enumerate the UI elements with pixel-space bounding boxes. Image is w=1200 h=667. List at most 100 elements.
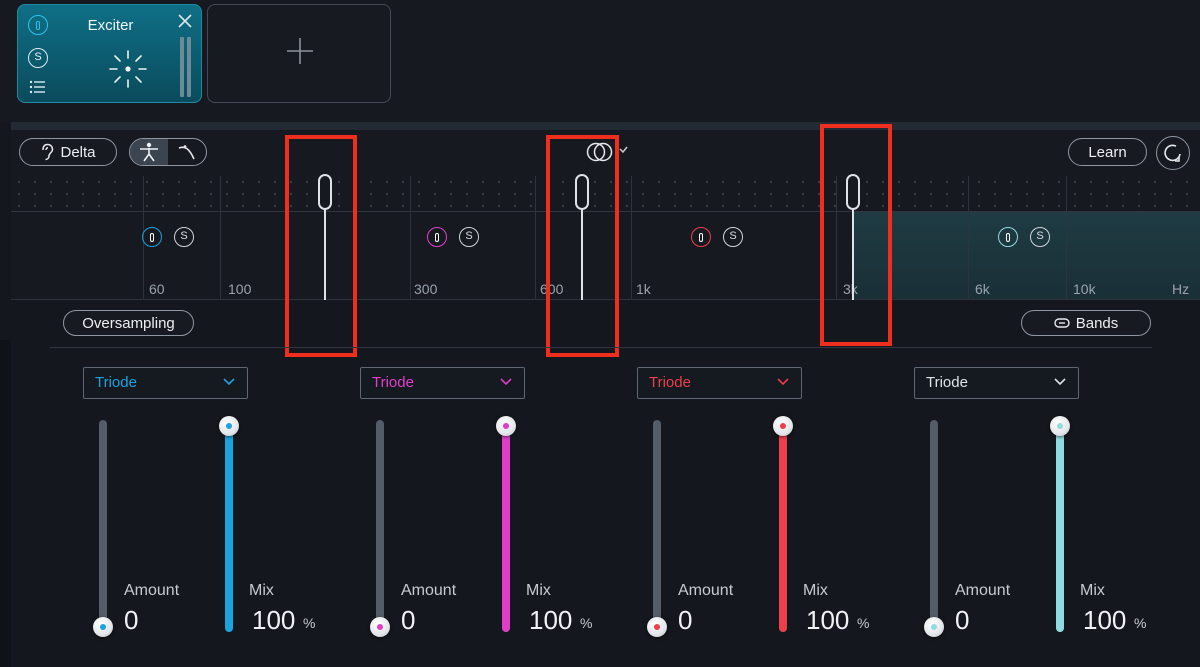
chevron-down-icon bbox=[777, 378, 789, 386]
delta-button[interactable]: Delta bbox=[19, 138, 117, 166]
band2-solo-button[interactable]: S bbox=[459, 227, 479, 247]
band2-mix-label: Mix bbox=[526, 582, 551, 599]
band2-mix-knob[interactable] bbox=[496, 416, 516, 436]
grid-line bbox=[1066, 176, 1067, 299]
band2-mode-value: Triode bbox=[372, 374, 414, 391]
link-icon bbox=[1054, 318, 1070, 328]
highlight-box bbox=[285, 135, 357, 357]
band1-amount-knob[interactable] bbox=[93, 617, 113, 637]
band4-mix-value[interactable]: 100 bbox=[1083, 605, 1126, 636]
grid-line bbox=[631, 176, 632, 299]
band2-mix-value[interactable]: 100 bbox=[529, 605, 572, 636]
learn-label: Learn bbox=[1088, 143, 1127, 161]
view-mode-toggle[interactable] bbox=[129, 138, 207, 166]
freq-label: 100 bbox=[228, 281, 252, 297]
band1-power-button[interactable] bbox=[142, 227, 162, 247]
plus-icon bbox=[287, 38, 313, 64]
grid-line bbox=[410, 176, 411, 299]
power-icon bbox=[1006, 232, 1010, 242]
band4-mode-value: Triode bbox=[926, 374, 968, 391]
ear-icon bbox=[42, 143, 54, 161]
band2-amount-slider[interactable] bbox=[376, 420, 384, 632]
band4-amount-slider[interactable] bbox=[930, 420, 938, 632]
power-icon bbox=[36, 20, 40, 30]
meter-left bbox=[180, 37, 184, 97]
band4-mix-fill bbox=[1056, 420, 1064, 632]
close-icon[interactable] bbox=[177, 13, 193, 29]
grid-line bbox=[968, 176, 969, 299]
band3-mix-label: Mix bbox=[803, 582, 828, 599]
band2-amount-knob[interactable] bbox=[370, 617, 390, 637]
band4-mix-label: Mix bbox=[1080, 582, 1105, 599]
band1-mix-value[interactable]: 100 bbox=[252, 605, 295, 636]
grid-line bbox=[535, 176, 536, 299]
band4-amount-label: Amount bbox=[955, 582, 1011, 599]
band2-amount-value[interactable]: 0 bbox=[401, 605, 415, 636]
list-icon[interactable] bbox=[28, 79, 48, 95]
band2-power-button[interactable] bbox=[427, 227, 447, 247]
band1-mode-value: Triode bbox=[95, 374, 137, 391]
panel-divider bbox=[50, 347, 1152, 348]
chevron-down-icon bbox=[500, 378, 512, 386]
band2-mix-unit: % bbox=[580, 615, 593, 631]
mode-curve-button[interactable] bbox=[168, 139, 206, 165]
band1-mix-knob[interactable] bbox=[219, 416, 239, 436]
power-icon bbox=[150, 232, 154, 242]
band1-mode-dropdown[interactable]: Triode bbox=[83, 367, 248, 399]
band2-mix-fill bbox=[502, 420, 510, 632]
curve-icon bbox=[178, 145, 195, 160]
band3-mode-dropdown[interactable]: Triode bbox=[637, 367, 802, 399]
band4-mix-unit: % bbox=[1134, 615, 1147, 631]
band3-mode-value: Triode bbox=[649, 374, 691, 391]
module-power-button[interactable] bbox=[28, 15, 48, 35]
band3-amount-knob[interactable] bbox=[647, 617, 667, 637]
chevron-down-icon bbox=[1054, 378, 1066, 386]
band1-mix-label: Mix bbox=[249, 582, 274, 599]
band1-solo-button[interactable]: S bbox=[174, 227, 194, 247]
highlight-box bbox=[546, 135, 619, 357]
band3-amount-value[interactable]: 0 bbox=[678, 605, 692, 636]
mode-person-button[interactable] bbox=[130, 139, 168, 165]
band3-amount-slider[interactable] bbox=[653, 420, 661, 632]
exciter-module[interactable]: Exciter S bbox=[17, 4, 202, 103]
chevron-down-icon bbox=[223, 378, 235, 386]
band1-amount-slider[interactable] bbox=[99, 420, 107, 632]
freq-label: 10k bbox=[1073, 281, 1096, 297]
separator bbox=[11, 122, 1200, 130]
band1-amount-value[interactable]: 0 bbox=[124, 605, 138, 636]
band4-amount-knob[interactable] bbox=[924, 617, 944, 637]
band3-mix-fill bbox=[779, 420, 787, 632]
band3-mix-value[interactable]: 100 bbox=[806, 605, 849, 636]
power-icon bbox=[435, 232, 439, 242]
freq-label: 1k bbox=[636, 281, 651, 297]
exciter-burst-icon bbox=[109, 50, 147, 88]
add-module-slot[interactable] bbox=[207, 4, 391, 103]
power-icon bbox=[699, 232, 703, 242]
band4-solo-button[interactable]: S bbox=[1030, 227, 1050, 247]
freq-label: 6k bbox=[975, 281, 990, 297]
bands-button[interactable]: Bands bbox=[1021, 310, 1151, 336]
band3-solo-button[interactable]: S bbox=[723, 227, 743, 247]
band3-mix-knob[interactable] bbox=[773, 416, 793, 436]
module-solo-button[interactable]: S bbox=[28, 48, 48, 68]
learn-button[interactable]: Learn bbox=[1068, 138, 1147, 166]
bands-label: Bands bbox=[1075, 314, 1119, 332]
refresh-button[interactable] bbox=[1156, 136, 1190, 170]
band3-power-button[interactable] bbox=[691, 227, 711, 247]
band2-amount-label: Amount bbox=[401, 582, 457, 599]
freq-label: Hz bbox=[1172, 281, 1190, 297]
band1-mix-fill bbox=[225, 420, 233, 632]
band3-mix-unit: % bbox=[857, 615, 870, 631]
oversampling-button[interactable]: Oversampling bbox=[63, 310, 194, 336]
band1-amount-label: Amount bbox=[124, 582, 180, 599]
band2-mode-dropdown[interactable]: Triode bbox=[360, 367, 525, 399]
band4-mode-dropdown[interactable]: Triode bbox=[914, 367, 1079, 399]
band4-mix-knob[interactable] bbox=[1050, 416, 1070, 436]
band3-amount-label: Amount bbox=[678, 582, 734, 599]
band4-power-button[interactable] bbox=[998, 227, 1018, 247]
band4-amount-value[interactable]: 0 bbox=[955, 605, 969, 636]
highlight-box bbox=[820, 124, 892, 346]
selected-band-region bbox=[852, 211, 1200, 299]
refresh-icon bbox=[1164, 144, 1181, 162]
left-edge bbox=[0, 340, 11, 667]
